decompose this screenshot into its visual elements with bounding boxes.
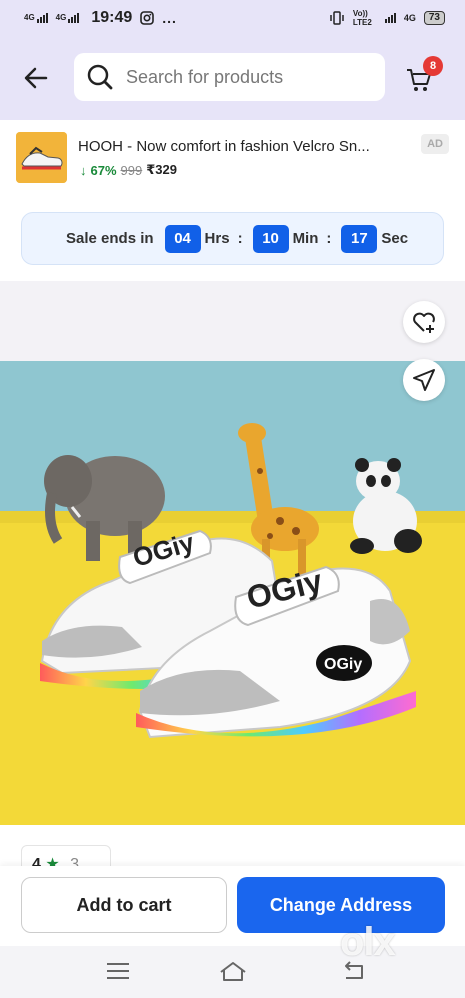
- signal-bars-icon: [68, 13, 80, 23]
- send-icon: [413, 369, 435, 391]
- watermark-logo: olx: [340, 920, 396, 964]
- wishlist-button[interactable]: [403, 301, 445, 343]
- ad-price: ₹329: [146, 162, 177, 177]
- instagram-icon: [140, 11, 155, 25]
- clock: 19:49: [91, 9, 133, 26]
- home-icon[interactable]: [218, 958, 248, 984]
- more-indicators: ...: [162, 10, 177, 26]
- timer-separator: :: [237, 230, 243, 247]
- image-top-band: [0, 281, 465, 361]
- ad-discount: 67%: [90, 162, 117, 178]
- timer-hours: 04: [164, 224, 201, 253]
- status-left: 4G 4G 19:49 ...: [24, 9, 177, 27]
- cart-button[interactable]: 8: [405, 56, 445, 96]
- status-bar: 4G 4G 19:49 ... Vo)) LTE2 4G 73: [0, 0, 465, 36]
- signal-bars-icon: [384, 13, 396, 23]
- product-image[interactable]: OGiy OGiy OGiy: [0, 361, 465, 825]
- bottom-action-bar: Add to cart Change Address: [0, 866, 465, 946]
- discount-arrow-icon: ↓: [80, 162, 87, 178]
- network-label: 4G: [24, 13, 35, 22]
- ad-price-row: ↓ 67% 999 ₹329: [80, 162, 177, 178]
- search-bar[interactable]: Search for products: [74, 53, 385, 101]
- status-right: Vo)) LTE2 4G 73: [329, 9, 445, 27]
- network-label-2: 4G: [55, 13, 67, 22]
- vibrate-icon: [330, 11, 344, 25]
- sale-label: Sale ends in: [66, 230, 154, 247]
- sponsored-product[interactable]: HOOH - Now comfort in fashion Velcro Sn.…: [0, 120, 465, 188]
- app-header: Search for products 8: [0, 36, 465, 120]
- svg-text:OGiy: OGiy: [324, 656, 362, 673]
- ad-tag: AD: [421, 134, 449, 154]
- search-placeholder: Search for products: [126, 66, 284, 87]
- add-to-cart-button[interactable]: Add to cart: [21, 877, 227, 933]
- timer-minutes: 10: [252, 224, 289, 253]
- signal-bars-icon: [36, 13, 48, 23]
- ad-title: HOOH - Now comfort in fashion Velcro Sn.…: [78, 138, 370, 155]
- timer-separator: :: [326, 230, 332, 247]
- sale-timer: Sale ends in 04 Hrs : 10 Min : 17 Sec: [21, 212, 444, 265]
- timer-minutes-unit: Min: [292, 230, 319, 247]
- heart-plus-icon: [413, 312, 435, 333]
- timer-seconds-unit: Sec: [381, 230, 409, 247]
- carrier-net-label: 4G: [403, 13, 416, 23]
- product-photo: OGiy OGiy OGiy: [0, 361, 465, 825]
- share-button[interactable]: [403, 359, 445, 401]
- carrier-label: Vo)) LTE2: [352, 9, 372, 27]
- signal-2: 4G: [56, 13, 80, 23]
- battery-icon: 73: [423, 11, 445, 25]
- signal-1: 4G: [24, 13, 48, 23]
- ad-thumbnail: [16, 132, 67, 183]
- system-nav-bar: [0, 946, 465, 998]
- timer-seconds: 17: [341, 224, 378, 253]
- ad-mrp: 999: [120, 162, 143, 178]
- search-icon: [87, 64, 113, 90]
- cart-count-badge: 8: [423, 56, 443, 76]
- timer-hours-unit: Hrs: [204, 230, 230, 247]
- back-arrow-icon[interactable]: [22, 64, 50, 92]
- menu-icon[interactable]: [103, 958, 133, 984]
